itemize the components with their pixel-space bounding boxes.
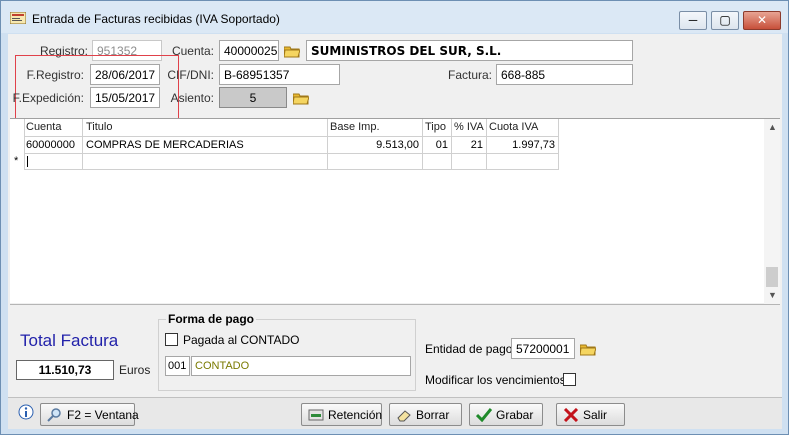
entidad-field[interactable]: 57200001 <box>511 338 575 359</box>
folder-icon[interactable] <box>293 92 309 105</box>
f2-ventana-label: F2 = Ventana <box>67 408 139 422</box>
total-factura-value: 11.510,73 <box>16 360 114 380</box>
folder-icon[interactable] <box>284 45 300 58</box>
search-icon <box>47 408 61 422</box>
forma-pago-desc-field[interactable]: CONTADO <box>191 356 411 376</box>
grid-line <box>558 119 559 170</box>
vertical-scrollbar[interactable]: ▲ ▼ <box>764 119 780 304</box>
fexpedicion-field[interactable]: 15/05/2017 <box>90 87 160 108</box>
grabar-label: Grabar <box>496 408 534 422</box>
text-cursor <box>27 156 28 167</box>
modificar-vencimientos-checkbox[interactable] <box>563 373 576 386</box>
cell-cuenta[interactable]: 60000000 <box>26 139 75 151</box>
forma-pago-title: Forma de pago <box>166 312 257 326</box>
modificar-vencimientos-label: Modificar los vencimientos: <box>425 373 570 387</box>
column-header-base[interactable]: Base Imp. <box>330 121 380 133</box>
window-title: Entrada de Facturas recibidas (IVA Sopor… <box>32 12 280 26</box>
salir-button[interactable]: Salir <box>556 403 625 426</box>
cell-tipo[interactable]: 01 <box>422 139 448 151</box>
cuenta-name-field[interactable]: SUMINISTROS DEL SUR, S.L. <box>306 40 633 61</box>
maximize-icon: ▢ <box>719 13 731 27</box>
retencion-label: Retención <box>328 408 383 422</box>
retencion-button[interactable]: Retención <box>301 403 382 426</box>
currency-label: Euros <box>119 363 151 377</box>
minimize-icon: ─ <box>688 13 698 27</box>
form-body: Registro: 951352 Cuenta: 40000025 SUMINI… <box>8 34 782 429</box>
x-icon <box>563 408 579 422</box>
grid-line <box>24 119 25 170</box>
entidad-label: Entidad de pago: <box>425 342 516 356</box>
grabar-button[interactable]: Grabar <box>469 403 543 426</box>
eraser-icon <box>397 410 411 422</box>
grid-line <box>327 119 328 170</box>
cell-base[interactable]: 9.513,00 <box>330 139 419 151</box>
borrar-button[interactable]: Borrar <box>389 403 462 426</box>
column-header-cuenta[interactable]: Cuenta <box>26 121 61 133</box>
asiento-field: 5 <box>219 87 287 108</box>
grid-line <box>24 136 558 137</box>
pagada-contado-label: Pagada al CONTADO <box>183 333 300 347</box>
maximize-button[interactable]: ▢ <box>711 11 739 30</box>
invoice-lines-grid[interactable]: Cuenta Titulo Base Imp. Tipo % IVA Cuota… <box>10 118 780 304</box>
salir-label: Salir <box>583 408 608 422</box>
title-bar: Entrada de Facturas recibidas (IVA Sopor… <box>1 1 788 33</box>
column-header-cuota[interactable]: Cuota IVA <box>489 121 538 133</box>
cell-cuota[interactable]: 1.997,73 <box>486 139 555 151</box>
cif-label: CIF/DNI: <box>167 68 214 82</box>
cell-titulo[interactable]: COMPRAS DE MERCADERIAS <box>86 139 244 151</box>
scroll-thumb[interactable] <box>766 267 778 287</box>
info-icon[interactable] <box>18 404 34 420</box>
column-header-titulo[interactable]: Titulo <box>86 121 113 133</box>
check-icon <box>476 408 492 422</box>
factura-label: Factura: <box>447 68 492 82</box>
forma-pago-code-field[interactable]: 001 <box>165 356 190 376</box>
cif-field[interactable]: B-68951357 <box>219 64 340 85</box>
pagada-contado-checkbox[interactable] <box>165 333 178 346</box>
fregistro-field[interactable]: 28/06/2017 <box>90 64 160 85</box>
retencion-icon <box>308 409 324 421</box>
close-icon: ✕ <box>756 13 768 27</box>
cuenta-field[interactable]: 40000025 <box>219 40 279 61</box>
factura-field[interactable]: 668-885 <box>496 64 633 85</box>
totals-section: Total Factura 11.510,73 Euros Forma de p… <box>10 304 780 399</box>
app-icon <box>10 12 26 24</box>
new-row-marker: * <box>14 155 19 167</box>
asiento-label: Asiento: <box>170 91 214 105</box>
fexpedicion-label: F.Expedición: <box>12 91 84 105</box>
cell-iva[interactable]: 21 <box>451 139 483 151</box>
grid-line <box>24 153 558 154</box>
column-header-tipo[interactable]: Tipo <box>425 121 446 133</box>
grid-line <box>24 169 558 170</box>
total-factura-label: Total Factura <box>20 331 119 350</box>
fregistro-label: F.Registro: <box>26 68 84 82</box>
scroll-up-icon[interactable]: ▲ <box>768 122 777 132</box>
invoice-entry-window: Entrada de Facturas recibidas (IVA Sopor… <box>0 0 789 435</box>
close-button[interactable]: ✕ <box>743 11 781 30</box>
borrar-label: Borrar <box>416 408 450 422</box>
grid-line <box>82 119 83 170</box>
column-header-iva[interactable]: % IVA <box>454 121 484 133</box>
bottom-toolbar: F2 = Ventana Retención Borrar Grabar Sal… <box>8 397 782 429</box>
folder-icon[interactable] <box>580 343 596 356</box>
scroll-down-icon[interactable]: ▼ <box>768 290 777 300</box>
forma-pago-group <box>158 319 416 391</box>
f2-ventana-button[interactable]: F2 = Ventana <box>40 403 139 426</box>
minimize-button[interactable]: ─ <box>679 11 707 30</box>
